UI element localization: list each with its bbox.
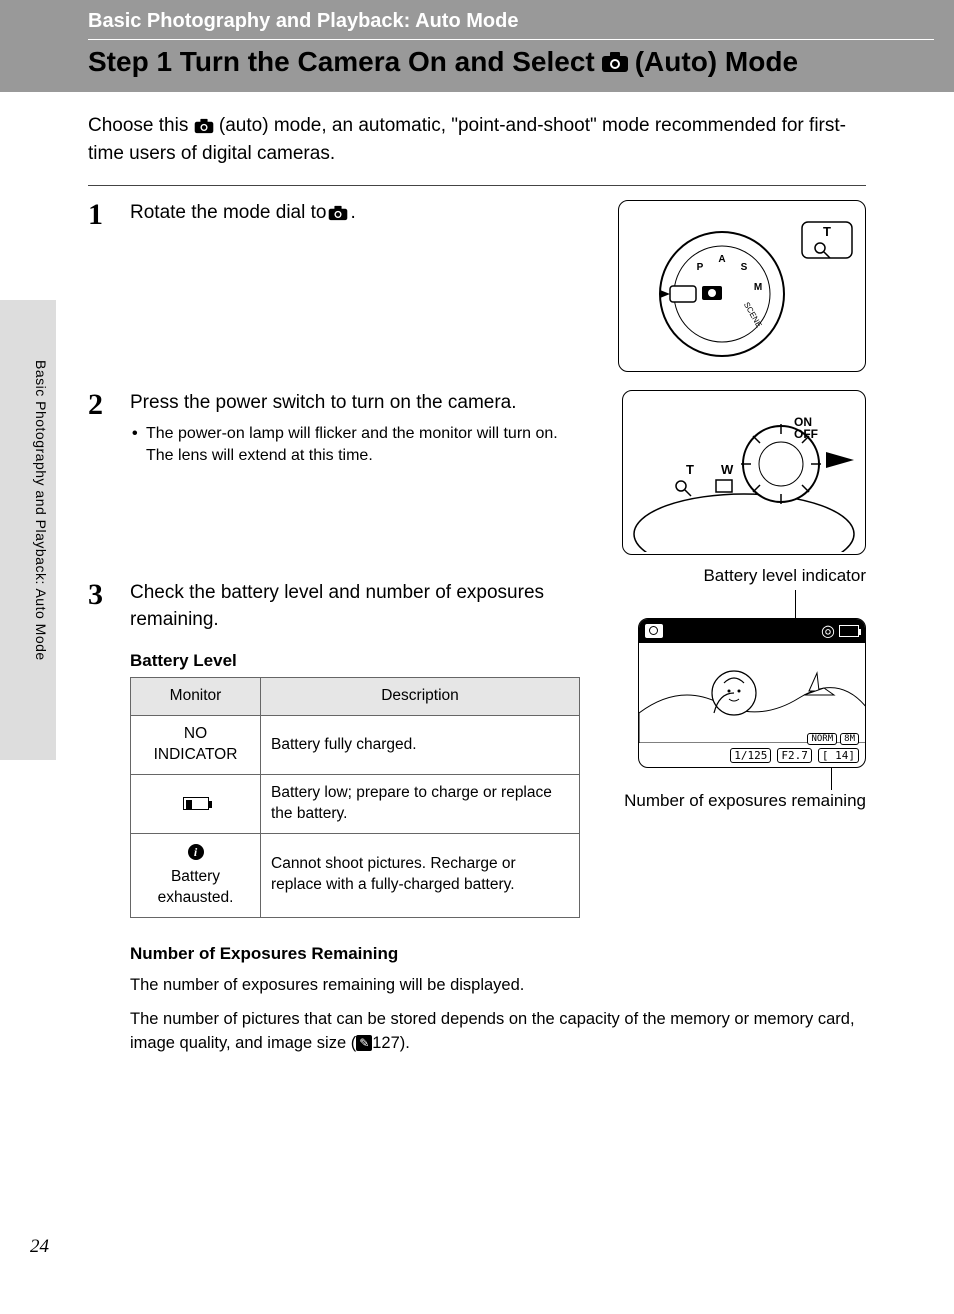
page-title: Step 1 Turn the Camera On and Select (Au… bbox=[88, 46, 934, 78]
title-part-2: (Auto) Mode bbox=[635, 46, 798, 78]
para2-after: ). bbox=[400, 1034, 410, 1052]
step-1-text-after: . bbox=[350, 200, 355, 227]
monitor-illustration-group: Battery level indicator ◎ bbox=[616, 566, 866, 813]
exposures-para-1: The number of exposures remaining will b… bbox=[130, 974, 866, 998]
battery-low-icon bbox=[183, 797, 209, 810]
description-cell: Battery low; prepare to charge or replac… bbox=[261, 775, 580, 834]
table-row: i Battery exhausted. Cannot shoot pictur… bbox=[131, 833, 580, 917]
svg-text:T: T bbox=[823, 224, 831, 239]
svg-text:P: P bbox=[697, 262, 704, 273]
step-1: 1 Rotate the mode dial to . A S P bbox=[88, 186, 866, 376]
step-number: 3 bbox=[88, 580, 112, 1055]
svg-text:A: A bbox=[718, 254, 725, 265]
step-3: 3 Check the battery level and number of … bbox=[88, 566, 866, 1081]
table-row: Battery low; prepare to charge or replac… bbox=[131, 775, 580, 834]
lcd-battery-icon bbox=[839, 625, 859, 637]
monitor-cell-battery-low bbox=[131, 775, 261, 834]
title-part-1: Step 1 Turn the Camera On and Select bbox=[88, 46, 595, 78]
step-2-text: Press the power switch to turn on the ca… bbox=[130, 390, 570, 417]
warning-icon: i bbox=[188, 844, 204, 860]
camera-icon bbox=[194, 118, 214, 134]
step-number: 2 bbox=[88, 390, 112, 540]
para2-ref: 127 bbox=[372, 1034, 400, 1052]
camera-icon bbox=[601, 51, 629, 73]
monitor-illustration: ◎ bbox=[638, 618, 866, 768]
lcd-remaining-value: 14 bbox=[835, 749, 848, 762]
table-header-description: Description bbox=[261, 678, 580, 716]
lcd-aperture: F2.7 bbox=[777, 748, 812, 763]
svg-text:M: M bbox=[754, 282, 762, 293]
step-3-text: Check the battery level and number of ex… bbox=[130, 580, 570, 633]
para2-before: The number of pictures that can be store… bbox=[130, 1010, 855, 1052]
step-2-bullet: The power-on lamp will flicker and the m… bbox=[130, 423, 570, 468]
step-number: 1 bbox=[88, 200, 112, 350]
mode-dial-illustration: A S P M SCENE T bbox=[618, 200, 866, 372]
monitor-cell-battery-exhausted: i Battery exhausted. bbox=[131, 833, 261, 917]
svg-text:T: T bbox=[686, 462, 694, 477]
exposures-para-2: The number of pictures that can be store… bbox=[130, 1008, 866, 1056]
svg-text:S: S bbox=[741, 262, 748, 273]
intro-paragraph: Choose this (auto) mode, an automatic, "… bbox=[88, 112, 866, 167]
side-tab-label: Basic Photography and Playback: Auto Mod… bbox=[33, 360, 49, 661]
battery-level-table: Monitor Description NO INDICATOR Battery… bbox=[130, 677, 580, 917]
reference-icon: ✎ bbox=[356, 1035, 372, 1051]
camera-icon bbox=[328, 205, 348, 221]
table-header-monitor: Monitor bbox=[131, 678, 261, 716]
lcd-remaining: [ 14] bbox=[818, 748, 859, 763]
lcd-mode: NORM bbox=[807, 733, 837, 745]
exposures-remaining-heading: Number of Exposures Remaining bbox=[130, 944, 866, 964]
lcd-camera-icon bbox=[645, 624, 663, 638]
intro-before: Choose this bbox=[88, 115, 188, 136]
monitor-cell-no-indicator: NO INDICATOR bbox=[131, 716, 261, 775]
lcd-shutter: 1/125 bbox=[730, 748, 771, 763]
step-1-text-before: Rotate the mode dial to bbox=[130, 200, 326, 227]
battery-exhausted-label: Battery exhausted. bbox=[141, 867, 250, 909]
lcd-size: 8M bbox=[840, 733, 859, 745]
svg-text:OFF: OFF bbox=[794, 427, 818, 441]
description-cell: Battery fully charged. bbox=[261, 716, 580, 775]
callout-line-bottom bbox=[616, 768, 832, 790]
svg-text:W: W bbox=[721, 462, 734, 477]
lcd-target-icon: ◎ bbox=[821, 621, 835, 641]
description-cell: Cannot shoot pictures. Recharge or repla… bbox=[261, 833, 580, 917]
battery-indicator-label: Battery level indicator bbox=[616, 566, 866, 586]
step-2: 2 Press the power switch to turn on the … bbox=[88, 376, 866, 566]
section-title: Basic Photography and Playback: Auto Mod… bbox=[88, 10, 934, 40]
table-row: NO INDICATOR Battery fully charged. bbox=[131, 716, 580, 775]
exposures-remaining-label: Number of exposures remaining bbox=[616, 790, 866, 813]
callout-line-top bbox=[616, 590, 796, 618]
page-header: Basic Photography and Playback: Auto Mod… bbox=[0, 0, 954, 92]
power-switch-illustration: ON OFF T W bbox=[622, 390, 866, 555]
page-number: 24 bbox=[30, 1236, 49, 1258]
